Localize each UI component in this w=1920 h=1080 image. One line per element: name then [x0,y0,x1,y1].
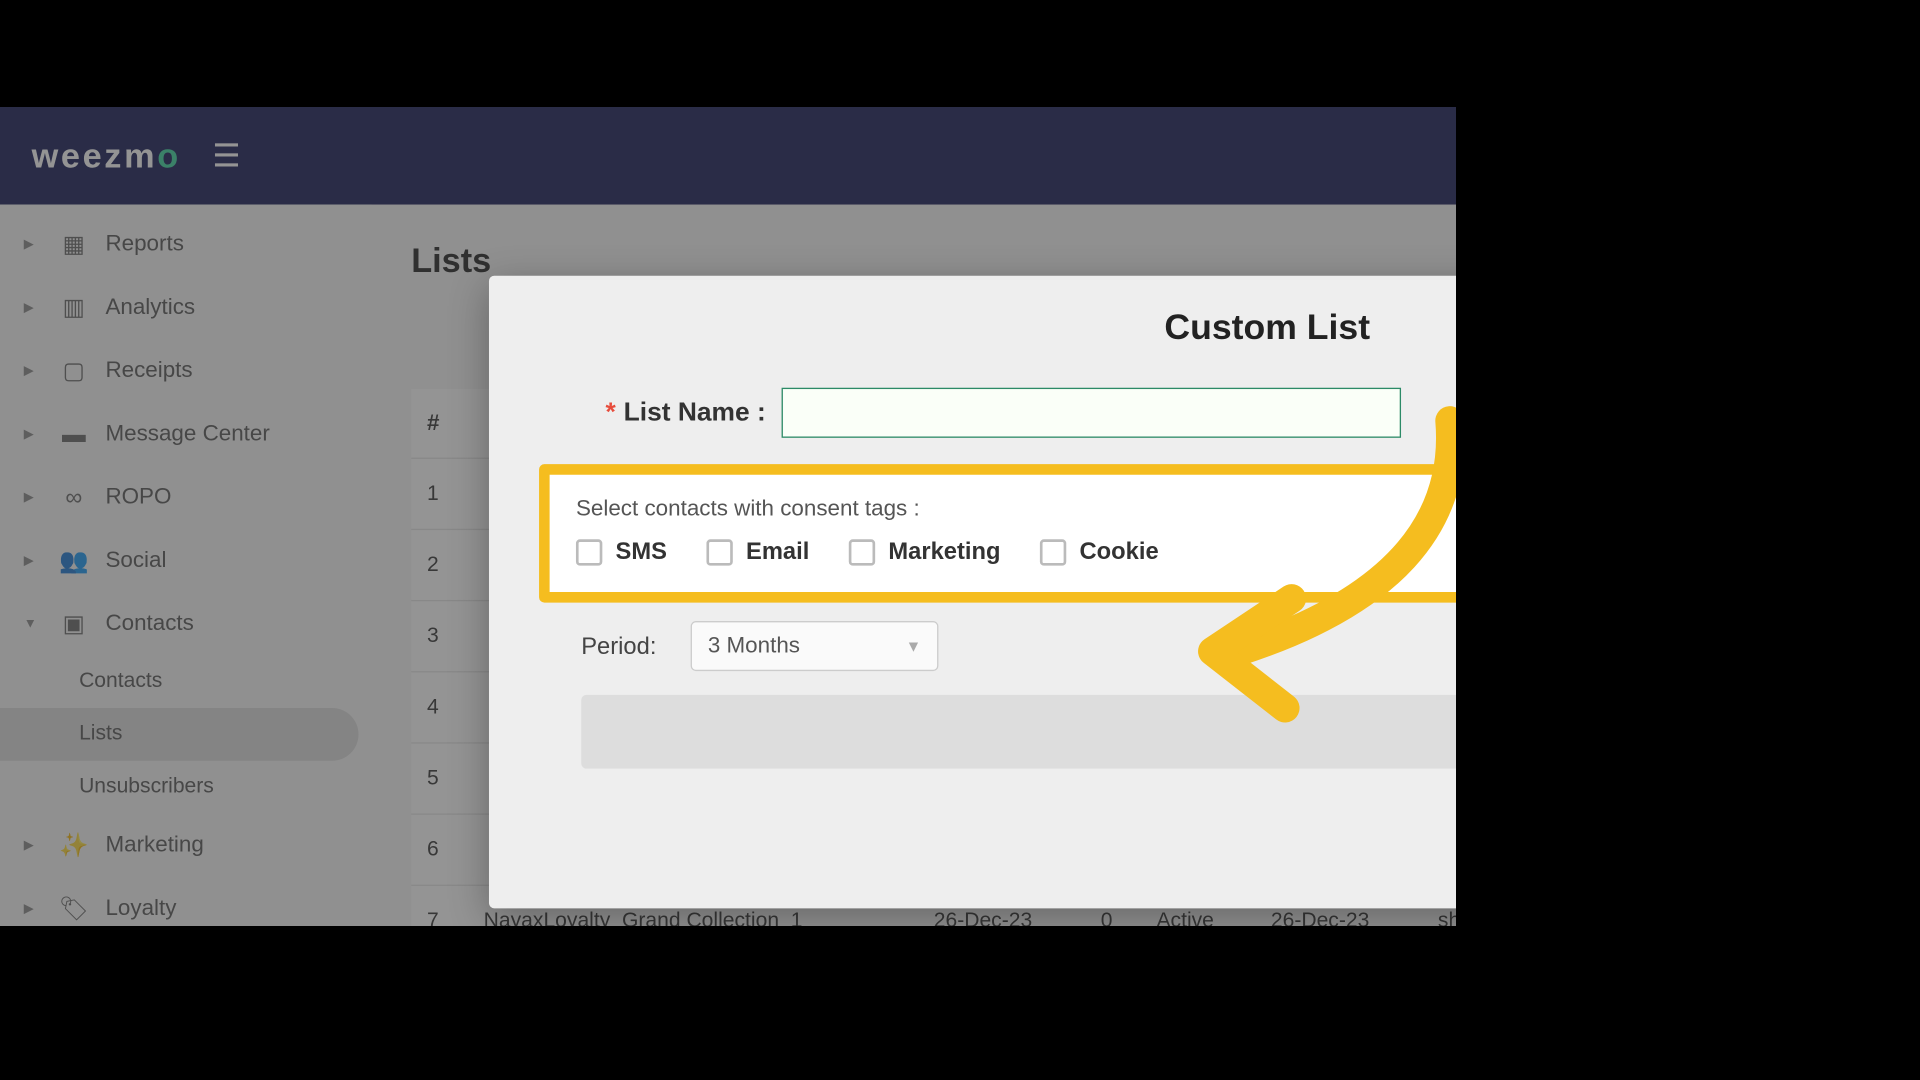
checkbox-label: Cookie [1080,538,1159,566]
consent-checkbox-marketing[interactable]: Marketing [849,538,1001,566]
period-value: 3 Months [708,633,800,659]
period-label: Period: [581,632,656,660]
list-name-input[interactable] [782,388,1401,438]
custom-list-modal: Custom List ✕ *List Name : Select contac… [489,276,1456,909]
checkbox-label: Email [746,538,809,566]
checkbox-label: Marketing [888,538,1000,566]
checkbox[interactable] [576,539,602,565]
consent-tags-box: Select contacts with consent tags : SMS E… [539,464,1456,602]
consent-tags-title: Select contacts with consent tags : [576,496,1456,522]
consent-checkbox-sms[interactable]: SMS [576,538,667,566]
list-name-label: *List Name : [581,398,766,428]
consent-checkbox-email[interactable]: Email [706,538,809,566]
rule-builder: ＋Add rule ⊕Add group [581,695,1456,769]
checkbox[interactable] [849,539,875,565]
checkbox[interactable] [706,539,732,565]
checkbox-label: SMS [616,538,667,566]
modal-title: Custom List [1164,307,1370,348]
consent-checkbox-cookie[interactable]: Cookie [1040,538,1159,566]
period-select[interactable]: 3 Months ▼ [691,621,939,671]
checkbox[interactable] [1040,539,1066,565]
chevron-down-icon: ▼ [906,637,922,655]
